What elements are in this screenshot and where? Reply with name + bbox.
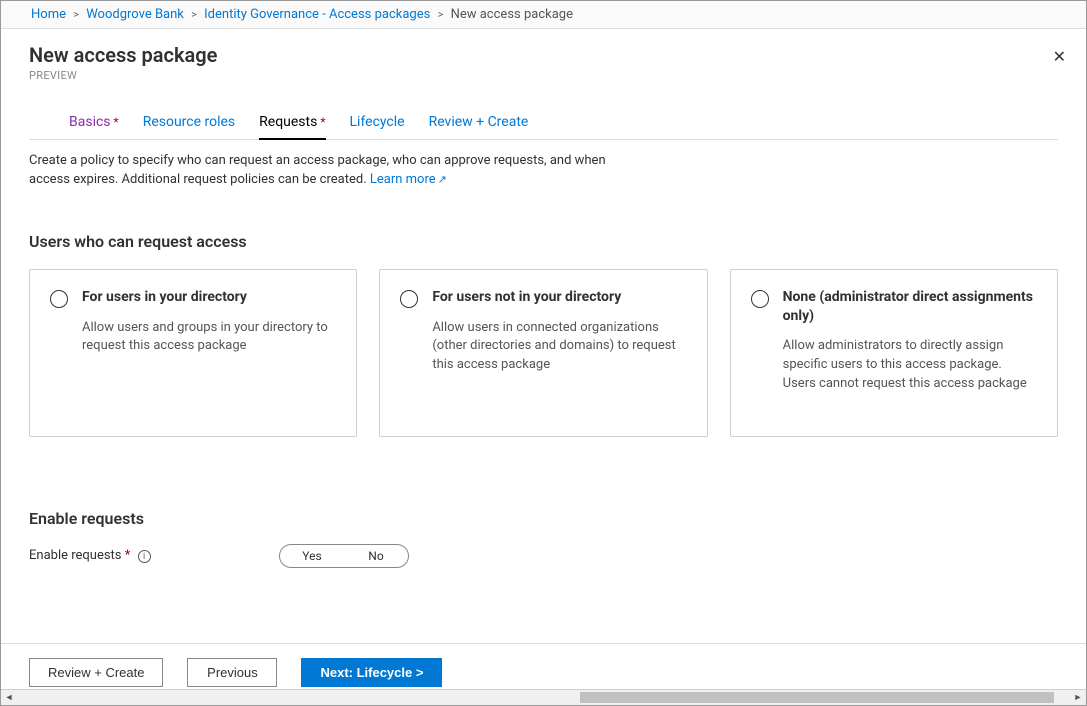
section-heading-enable: Enable requests — [29, 509, 1058, 528]
enable-requests-label: Enable requests * i — [29, 548, 279, 563]
info-icon[interactable]: i — [138, 550, 151, 563]
tab-basics[interactable]: Basics — [69, 114, 119, 140]
radio-icon — [50, 290, 68, 308]
card-users-not-in-directory[interactable]: For users not in your directory Allow us… — [379, 269, 707, 437]
tab-description: Create a policy to specify who can reque… — [29, 152, 649, 190]
enable-requests-row: Enable requests * i Yes No — [29, 544, 1058, 568]
scrollbar-track[interactable] — [17, 690, 1070, 705]
tab-lifecycle[interactable]: Lifecycle — [350, 114, 405, 140]
card-none-admin-only[interactable]: None (administrator direct assignments o… — [730, 269, 1058, 437]
toggle-yes[interactable]: Yes — [280, 545, 344, 567]
tab-requests[interactable]: Requests — [259, 114, 325, 140]
breadcrumb-identity-governance[interactable]: Identity Governance - Access packages — [204, 7, 430, 22]
breadcrumb-current: New access package — [451, 7, 573, 22]
chevron-right-icon: > — [438, 8, 444, 21]
page-header: New access package PREVIEW ✕ — [1, 29, 1086, 88]
card-description: Allow users and groups in your directory… — [82, 319, 336, 357]
close-icon: ✕ — [1053, 49, 1066, 66]
radio-icon — [400, 290, 418, 308]
enable-requests-section: Enable requests Enable requests * i Yes … — [29, 509, 1058, 568]
scroll-right-arrow-icon[interactable]: ► — [1070, 692, 1086, 703]
toggle-no[interactable]: No — [344, 545, 408, 567]
learn-more-link[interactable]: Learn more↗ — [370, 172, 447, 187]
section-heading-users: Users who can request access — [29, 232, 1058, 251]
tab-resource-roles[interactable]: Resource roles — [143, 114, 235, 140]
tab-content: Create a policy to specify who can reque… — [1, 140, 1086, 588]
scroll-left-arrow-icon[interactable]: ◄ — [1, 692, 17, 703]
close-button[interactable]: ✕ — [1053, 47, 1066, 67]
enable-label-text: Enable requests — [29, 548, 122, 563]
card-title: For users not in your directory — [432, 288, 686, 307]
card-description: Allow administrators to directly assign … — [783, 337, 1037, 394]
chevron-right-icon: > — [73, 8, 79, 21]
tab-review-create[interactable]: Review + Create — [429, 114, 529, 140]
breadcrumb-woodgrove[interactable]: Woodgrove Bank — [86, 7, 184, 22]
wizard-tabs: Basics Resource roles Requests Lifecycle… — [29, 88, 1058, 140]
page-title: New access package — [29, 43, 1058, 67]
card-description: Allow users in connected organizations (… — [432, 319, 686, 376]
review-create-button[interactable]: Review + Create — [29, 658, 163, 687]
horizontal-scrollbar[interactable]: ◄ ► — [1, 689, 1086, 705]
previous-button[interactable]: Previous — [187, 658, 277, 687]
external-link-icon: ↗ — [438, 173, 447, 186]
page-subtitle: PREVIEW — [29, 69, 1058, 82]
required-star: * — [125, 548, 131, 563]
enable-requests-toggle[interactable]: Yes No — [279, 544, 409, 568]
scrollbar-thumb[interactable] — [580, 692, 1054, 703]
radio-icon — [751, 290, 769, 308]
card-title: None (administrator direct assignments o… — [783, 288, 1037, 326]
chevron-right-icon: > — [191, 8, 197, 21]
breadcrumb-home[interactable]: Home — [31, 7, 66, 22]
card-title: For users in your directory — [82, 288, 336, 307]
breadcrumb: Home > Woodgrove Bank > Identity Governa… — [1, 1, 1086, 29]
learn-more-label: Learn more — [370, 172, 436, 187]
card-users-in-directory[interactable]: For users in your directory Allow users … — [29, 269, 357, 437]
description-text: Create a policy to specify who can reque… — [29, 153, 606, 187]
next-button[interactable]: Next: Lifecycle > — [301, 658, 442, 687]
request-option-cards: For users in your directory Allow users … — [29, 269, 1058, 437]
wizard-footer: Review + Create Previous Next: Lifecycle… — [1, 643, 1086, 687]
